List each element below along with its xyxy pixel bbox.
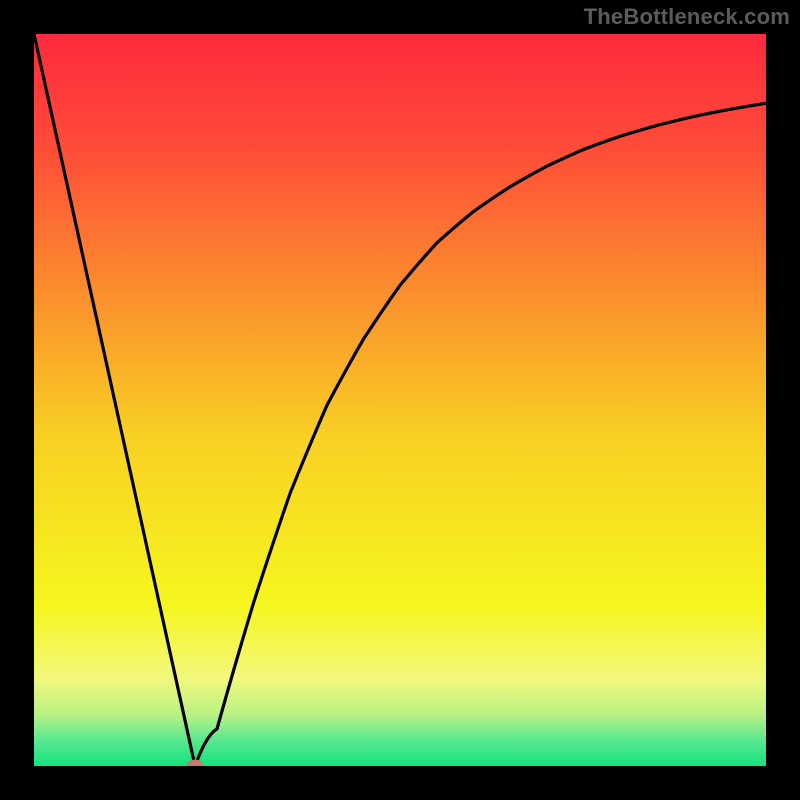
plot-area — [34, 34, 766, 766]
chart-frame: TheBottleneck.com — [0, 0, 800, 800]
gradient-background — [34, 34, 766, 766]
chart-svg — [34, 34, 766, 766]
watermark-text: TheBottleneck.com — [584, 4, 790, 30]
